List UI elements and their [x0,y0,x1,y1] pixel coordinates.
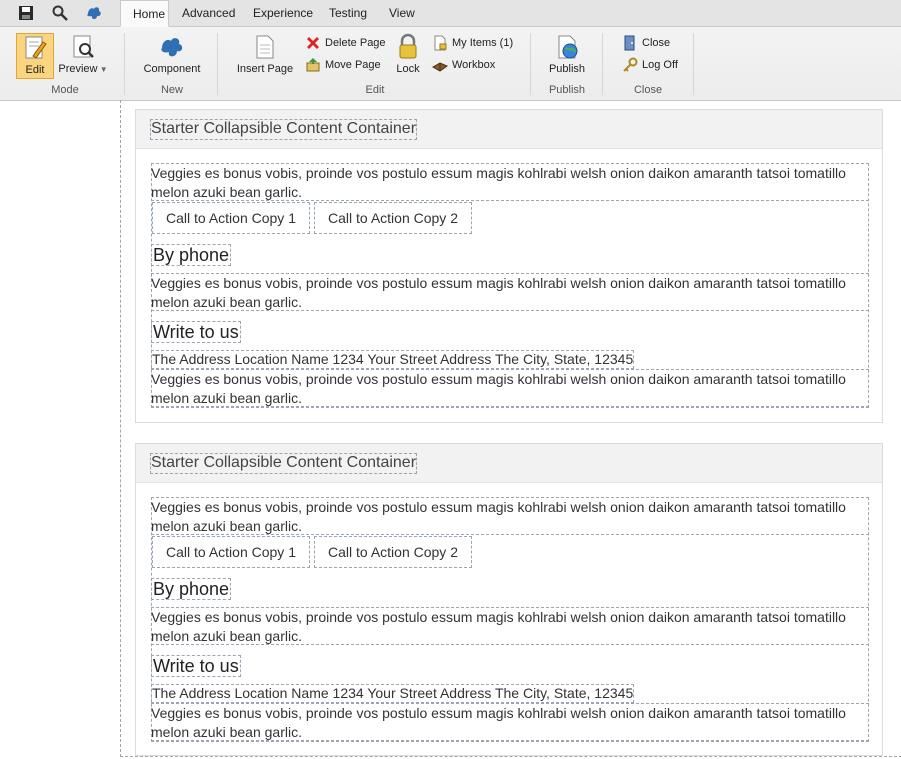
group-label-close: Close [633,84,663,96]
ribbon-tabbar: Home Advanced Experience Testing View [0,0,901,27]
log-off-label: Log Off [642,59,678,71]
preview-button[interactable]: Preview ▼ [58,33,108,77]
publish-button[interactable]: Publish [546,33,588,77]
tab-testing[interactable]: Testing [317,0,379,26]
close-button[interactable]: Close [622,34,670,52]
workbox-button[interactable]: Workbox [431,56,496,74]
my-items-button[interactable]: My Items (1) [432,34,513,52]
close-label: Close [642,37,671,49]
page-icon [251,33,279,61]
intro-paragraph[interactable]: Veggies es bonus vobis, proinde vos post… [151,497,869,535]
key-icon [622,57,638,73]
container-header[interactable]: Starter Collapsible Content Container [136,444,882,483]
write-paragraph[interactable]: Veggies es bonus vobis, proinde vos post… [151,703,869,741]
address-text[interactable]: The Address Location Name 1234 Your Stre… [151,684,635,703]
lock-icon [396,33,420,61]
insert-page-button[interactable]: Insert Page [235,33,295,77]
save-icon[interactable] [15,3,37,23]
component-icon[interactable] [83,3,105,23]
workbox-label: Workbox [452,59,496,71]
publish-label: Publish [548,63,586,75]
search-icon[interactable] [49,3,71,23]
move-page-button[interactable]: Move Page [305,56,381,74]
my-items-icon [432,35,448,51]
call-to-action-2-button[interactable]: Call to Action Copy 2 [314,202,472,234]
tab-advanced[interactable]: Advanced [170,0,247,26]
publish-icon [553,33,581,61]
call-to-action-2-button[interactable]: Call to Action Copy 2 [314,536,472,568]
edit-icon [21,34,49,62]
delete-page-button[interactable]: Delete Page [305,34,386,52]
call-to-action-1-button[interactable]: Call to Action Copy 1 [152,536,310,568]
lock-label: Lock [396,63,420,75]
phone-heading[interactable]: By phone [151,578,232,600]
delete-icon [305,35,321,51]
tab-home[interactable]: Home [120,0,169,27]
container-header[interactable]: Starter Collapsible Content Container [136,110,882,149]
delete-page-label: Delete Page [325,37,386,49]
group-label-mode: Mode [51,84,79,96]
my-items-label: My Items (1) [452,37,514,49]
container-title[interactable]: Starter Collapsible Content Container [150,453,418,474]
collapsible-content-container: Starter Collapsible Content Container Ve… [135,443,883,756]
component-icon [158,33,186,61]
tab-view[interactable]: View [377,0,427,26]
intro-paragraph[interactable]: Veggies es bonus vobis, proinde vos post… [151,163,869,201]
tab-experience[interactable]: Experience [241,0,325,26]
move-icon [305,57,321,73]
move-page-label: Move Page [325,59,381,71]
group-separator [602,33,603,95]
component-button[interactable]: Component [140,33,204,77]
workbox-icon [431,57,449,73]
group-label-edit: Edit [365,84,385,96]
phone-heading[interactable]: By phone [151,244,232,266]
group-separator [693,33,694,95]
write-heading[interactable]: Write to us [151,321,241,343]
address-text[interactable]: The Address Location Name 1234 Your Stre… [151,350,635,369]
phone-paragraph[interactable]: Veggies es bonus vobis, proinde vos post… [151,607,869,645]
log-off-button[interactable]: Log Off [622,56,678,74]
ribbon: Home Advanced Experience Testing View Ed… [0,0,901,101]
container-title[interactable]: Starter Collapsible Content Container [150,119,418,140]
component-label: Component [143,63,201,75]
phone-paragraph[interactable]: Veggies es bonus vobis, proinde vos post… [151,273,869,311]
preview-icon [69,33,97,61]
write-paragraph[interactable]: Veggies es bonus vobis, proinde vos post… [151,369,869,407]
call-to-action-1-button[interactable]: Call to Action Copy 1 [152,202,310,234]
edit-button[interactable]: Edit [16,33,54,79]
group-separator [124,33,125,95]
chevron-down-icon: ▼ [97,65,108,74]
edit-label: Edit [25,64,45,76]
preview-label: Preview [58,63,98,75]
group-label-publish: Publish [548,84,586,96]
door-icon [622,35,638,51]
insert-page-label: Insert Page [236,63,294,75]
group-label-new: New [160,84,183,96]
collapsible-content-container: Starter Collapsible Content Container Ve… [135,109,883,423]
lock-button[interactable]: Lock [395,33,421,77]
write-heading[interactable]: Write to us [151,655,241,677]
group-separator [530,33,531,95]
group-separator [217,33,218,95]
